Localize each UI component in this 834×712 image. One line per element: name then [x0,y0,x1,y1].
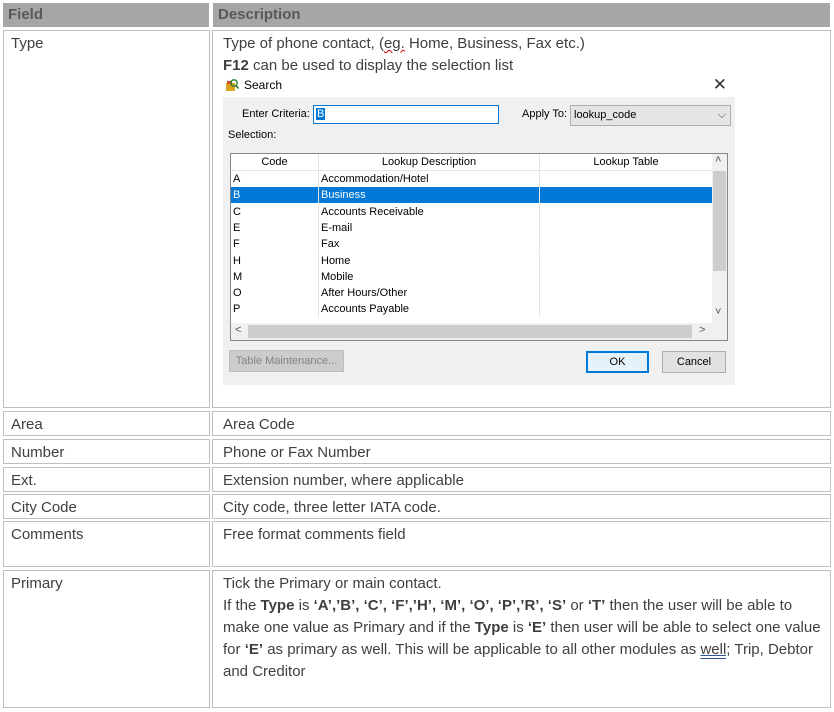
column-header-code[interactable]: Code [231,154,319,170]
row-number-field: Number [3,439,210,464]
cell-desc: Home [319,252,540,269]
criteria-input[interactable]: B [313,105,499,124]
table-row[interactable]: C Accounts Receivable [231,203,713,220]
row-number-description: Phone or Fax Number [212,439,831,464]
scroll-right-icon[interactable]: > [699,324,705,336]
cell-desc: Mobile [319,268,540,285]
row-comments-description: Free format comments field [212,521,831,567]
search-dialog: Search ✕ Enter Criteria: B Apply To: loo… [223,75,735,385]
table-row[interactable]: B Business [231,187,713,204]
selection-label: Selection: [228,129,277,141]
row-city-code-description: City code, three letter IATA code. [212,494,831,519]
cell-desc: Business [319,187,540,204]
column-header-description[interactable]: Lookup Description [319,154,540,170]
type-desc-line2: F12 can be used to display the selection… [223,57,514,74]
row-ext-field: Ext. [3,467,210,492]
dialog-title: Search [244,78,283,92]
primary-desc-p1: Tick the Primary or main contact. [223,575,442,592]
horizontal-scroll-thumb[interactable] [248,325,692,338]
cell-table [540,301,713,317]
cell-code: A [231,171,319,187]
vertical-scroll-thumb[interactable] [713,171,726,271]
cell-code: H [231,252,319,269]
scroll-down-icon[interactable]: ˅ [715,306,721,318]
row-comments-field: Comments [3,521,210,567]
table-row[interactable]: A Accommodation/Hotel [231,171,713,187]
header-field: Field [3,3,209,27]
row-area-field: Area [3,411,210,436]
cell-table [540,285,713,301]
cell-desc: Accommodation/Hotel [319,171,540,187]
table-row[interactable]: E E-mail [231,219,713,236]
table-row[interactable]: P Accounts Payable [231,301,713,318]
cell-code: F [231,236,319,253]
field-label: Type [11,35,44,52]
cell-table [540,187,713,203]
table-row[interactable]: M Mobile [231,268,713,285]
cell-code: C [231,203,319,220]
cell-code: O [231,285,319,302]
dialog-body: Enter Criteria: B Apply To: lookup_code … [223,97,735,385]
cell-table [540,253,713,269]
chevron-down-icon: ⌵ [717,109,726,121]
cell-table [540,204,713,220]
cell-desc: Fax [319,236,540,253]
type-desc-line1: Type of phone contact, (eg. Home, Busine… [223,35,585,52]
row-area-description: Area Code [212,411,831,436]
table-maintenance-button[interactable]: Table Maintenance... [229,350,344,372]
ok-button[interactable]: OK [586,351,649,373]
horizontal-scrollbar[interactable]: < > [231,323,727,340]
cell-code: M [231,268,319,285]
cell-desc: Accounts Payable [319,301,540,318]
scroll-up-icon[interactable]: ˄ [715,154,721,166]
cell-table [540,171,713,187]
table-row[interactable]: O After Hours/Other [231,285,713,302]
row-city-code-field: City Code [3,494,210,519]
criteria-label: Enter Criteria: [242,108,310,120]
dialog-titlebar: Search ✕ [223,75,735,97]
cell-table [540,220,713,236]
row-ext-description: Extension number, where applicable [212,467,831,492]
cell-table [540,269,713,285]
column-header-table[interactable]: Lookup Table [540,154,713,170]
close-icon[interactable]: ✕ [713,75,727,95]
apply-to-label: Apply To: [522,108,568,120]
header-description: Description [213,3,830,27]
row-primary-field: Primary [3,570,210,708]
cell-code: P [231,301,319,318]
vertical-scrollbar[interactable]: ˄ ˅ [712,154,727,324]
cell-desc: After Hours/Other [319,285,540,302]
row-type-field: Type [3,30,210,408]
cancel-button[interactable]: Cancel [662,351,726,373]
apply-to-select[interactable]: lookup_code ⌵ [570,105,731,126]
scroll-left-icon[interactable]: < [235,324,241,336]
cell-desc: Accounts Receivable [319,203,540,220]
table-row[interactable]: H Home [231,252,713,269]
grid-header: Code Lookup Description Lookup Table [231,154,713,171]
search-app-icon [226,79,239,91]
lookup-grid[interactable]: Code Lookup Description Lookup Table A Ac… [230,153,728,341]
cell-code: E [231,219,319,236]
cell-code: B [231,187,319,204]
cell-desc: E-mail [319,219,540,236]
table-row[interactable]: F Fax [231,236,713,253]
cell-table [540,236,713,252]
primary-desc-p2: If the Type is ‘A’,’B’, ‘C’, ‘F’,’H’, ‘M… [223,597,821,680]
row-primary-description: Tick the Primary or main contact. If the… [212,570,831,708]
